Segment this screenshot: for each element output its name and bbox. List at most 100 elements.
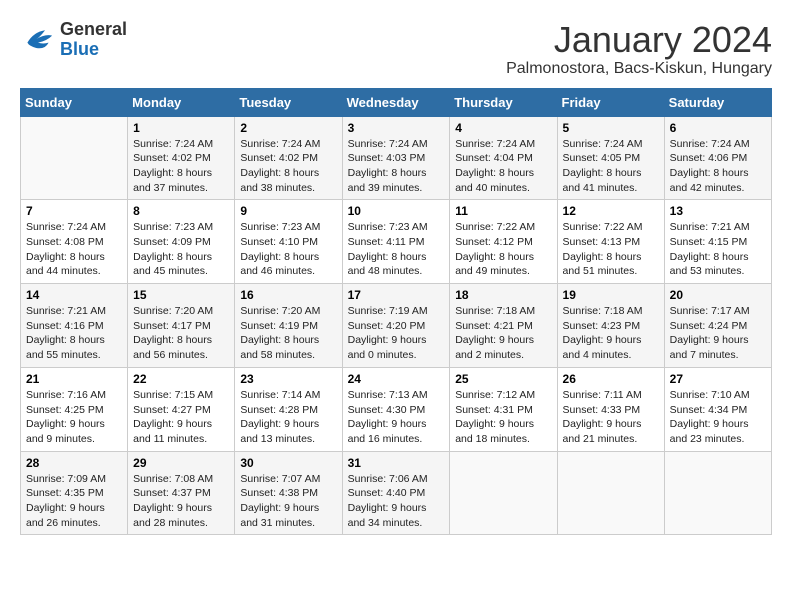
daylight-text: Daylight: 9 hours and 21 minutes. xyxy=(563,418,642,445)
daylight-text: Daylight: 8 hours and 40 minutes. xyxy=(455,167,534,194)
cell-content: Sunrise: 7:09 AM Sunset: 4:35 PM Dayligh… xyxy=(26,472,122,531)
sunrise-text: Sunrise: 7:22 AM xyxy=(455,221,535,233)
calendar-cell: 17 Sunrise: 7:19 AM Sunset: 4:20 PM Dayl… xyxy=(342,284,450,368)
cell-content: Sunrise: 7:18 AM Sunset: 4:21 PM Dayligh… xyxy=(455,304,551,363)
sunrise-text: Sunrise: 7:24 AM xyxy=(240,138,320,150)
daylight-text: Daylight: 8 hours and 39 minutes. xyxy=(348,167,427,194)
sunset-text: Sunset: 4:06 PM xyxy=(670,152,748,164)
daylight-text: Daylight: 8 hours and 49 minutes. xyxy=(455,251,534,278)
logo-line2: Blue xyxy=(60,40,127,60)
sunrise-text: Sunrise: 7:24 AM xyxy=(455,138,535,150)
page-header: General Blue January 2024 Palmonostora, … xyxy=(20,20,772,78)
daylight-text: Daylight: 9 hours and 9 minutes. xyxy=(26,418,105,445)
sunrise-text: Sunrise: 7:08 AM xyxy=(133,473,213,485)
day-number: 21 xyxy=(26,372,122,386)
calendar-cell: 19 Sunrise: 7:18 AM Sunset: 4:23 PM Dayl… xyxy=(557,284,664,368)
sunset-text: Sunset: 4:12 PM xyxy=(455,236,533,248)
daylight-text: Daylight: 9 hours and 7 minutes. xyxy=(670,334,749,361)
sunset-text: Sunset: 4:25 PM xyxy=(26,404,104,416)
day-number: 19 xyxy=(563,288,659,302)
sunset-text: Sunset: 4:30 PM xyxy=(348,404,426,416)
day-number: 8 xyxy=(133,204,229,218)
sunrise-text: Sunrise: 7:11 AM xyxy=(563,389,642,401)
cell-content: Sunrise: 7:07 AM Sunset: 4:38 PM Dayligh… xyxy=(240,472,336,531)
calendar-week-row: 14 Sunrise: 7:21 AM Sunset: 4:16 PM Dayl… xyxy=(21,284,772,368)
cell-content: Sunrise: 7:24 AM Sunset: 4:08 PM Dayligh… xyxy=(26,220,122,279)
cell-content: Sunrise: 7:21 AM Sunset: 4:15 PM Dayligh… xyxy=(670,220,766,279)
calendar-week-row: 1 Sunrise: 7:24 AM Sunset: 4:02 PM Dayli… xyxy=(21,116,772,200)
cell-content: Sunrise: 7:24 AM Sunset: 4:06 PM Dayligh… xyxy=(670,137,766,196)
sunrise-text: Sunrise: 7:24 AM xyxy=(563,138,643,150)
sunrise-text: Sunrise: 7:13 AM xyxy=(348,389,428,401)
day-number: 13 xyxy=(670,204,766,218)
daylight-text: Daylight: 9 hours and 28 minutes. xyxy=(133,502,212,529)
cell-content: Sunrise: 7:23 AM Sunset: 4:10 PM Dayligh… xyxy=(240,220,336,279)
day-number: 9 xyxy=(240,204,336,218)
calendar-cell: 31 Sunrise: 7:06 AM Sunset: 4:40 PM Dayl… xyxy=(342,451,450,535)
sunrise-text: Sunrise: 7:23 AM xyxy=(133,221,213,233)
cell-content: Sunrise: 7:22 AM Sunset: 4:12 PM Dayligh… xyxy=(455,220,551,279)
calendar-cell: 18 Sunrise: 7:18 AM Sunset: 4:21 PM Dayl… xyxy=(450,284,557,368)
day-number: 17 xyxy=(348,288,445,302)
logo: General Blue xyxy=(20,20,127,60)
day-number: 12 xyxy=(563,204,659,218)
cell-content: Sunrise: 7:24 AM Sunset: 4:05 PM Dayligh… xyxy=(563,137,659,196)
calendar-cell: 2 Sunrise: 7:24 AM Sunset: 4:02 PM Dayli… xyxy=(235,116,342,200)
day-number: 22 xyxy=(133,372,229,386)
sunset-text: Sunset: 4:19 PM xyxy=(240,320,318,332)
calendar-cell: 24 Sunrise: 7:13 AM Sunset: 4:30 PM Dayl… xyxy=(342,367,450,451)
cell-content: Sunrise: 7:14 AM Sunset: 4:28 PM Dayligh… xyxy=(240,388,336,447)
daylight-text: Daylight: 9 hours and 13 minutes. xyxy=(240,418,319,445)
calendar-cell: 15 Sunrise: 7:20 AM Sunset: 4:17 PM Dayl… xyxy=(128,284,235,368)
day-number: 23 xyxy=(240,372,336,386)
sunset-text: Sunset: 4:04 PM xyxy=(455,152,533,164)
sunset-text: Sunset: 4:17 PM xyxy=(133,320,211,332)
daylight-text: Daylight: 8 hours and 37 minutes. xyxy=(133,167,212,194)
calendar-header: SundayMondayTuesdayWednesdayThursdayFrid… xyxy=(21,88,772,116)
sunset-text: Sunset: 4:35 PM xyxy=(26,487,104,499)
calendar-cell: 16 Sunrise: 7:20 AM Sunset: 4:19 PM Dayl… xyxy=(235,284,342,368)
title-block: January 2024 Palmonostora, Bacs-Kiskun, … xyxy=(506,20,772,78)
sunrise-text: Sunrise: 7:06 AM xyxy=(348,473,428,485)
sunrise-text: Sunrise: 7:14 AM xyxy=(240,389,320,401)
cell-content: Sunrise: 7:24 AM Sunset: 4:02 PM Dayligh… xyxy=(240,137,336,196)
sunrise-text: Sunrise: 7:16 AM xyxy=(26,389,106,401)
sunset-text: Sunset: 4:02 PM xyxy=(133,152,211,164)
calendar-cell: 10 Sunrise: 7:23 AM Sunset: 4:11 PM Dayl… xyxy=(342,200,450,284)
sunset-text: Sunset: 4:38 PM xyxy=(240,487,318,499)
sunrise-text: Sunrise: 7:07 AM xyxy=(240,473,320,485)
sunrise-text: Sunrise: 7:19 AM xyxy=(348,305,428,317)
cell-content: Sunrise: 7:22 AM Sunset: 4:13 PM Dayligh… xyxy=(563,220,659,279)
cell-content: Sunrise: 7:20 AM Sunset: 4:17 PM Dayligh… xyxy=(133,304,229,363)
day-number: 3 xyxy=(348,121,445,135)
calendar-cell: 9 Sunrise: 7:23 AM Sunset: 4:10 PM Dayli… xyxy=(235,200,342,284)
sunset-text: Sunset: 4:33 PM xyxy=(563,404,641,416)
sunrise-text: Sunrise: 7:20 AM xyxy=(133,305,213,317)
daylight-text: Daylight: 9 hours and 2 minutes. xyxy=(455,334,534,361)
calendar-cell: 29 Sunrise: 7:08 AM Sunset: 4:37 PM Dayl… xyxy=(128,451,235,535)
sunset-text: Sunset: 4:31 PM xyxy=(455,404,533,416)
cell-content: Sunrise: 7:19 AM Sunset: 4:20 PM Dayligh… xyxy=(348,304,445,363)
daylight-text: Daylight: 9 hours and 31 minutes. xyxy=(240,502,319,529)
cell-content: Sunrise: 7:17 AM Sunset: 4:24 PM Dayligh… xyxy=(670,304,766,363)
sunset-text: Sunset: 4:21 PM xyxy=(455,320,533,332)
day-number: 20 xyxy=(670,288,766,302)
daylight-text: Daylight: 9 hours and 4 minutes. xyxy=(563,334,642,361)
day-number: 1 xyxy=(133,121,229,135)
day-number: 14 xyxy=(26,288,122,302)
day-number: 31 xyxy=(348,456,445,470)
cell-content: Sunrise: 7:16 AM Sunset: 4:25 PM Dayligh… xyxy=(26,388,122,447)
day-of-week-header: Sunday xyxy=(21,88,128,116)
calendar-cell xyxy=(21,116,128,200)
daylight-text: Daylight: 9 hours and 23 minutes. xyxy=(670,418,749,445)
sunrise-text: Sunrise: 7:17 AM xyxy=(670,305,750,317)
day-of-week-header: Saturday xyxy=(664,88,771,116)
sunset-text: Sunset: 4:09 PM xyxy=(133,236,211,248)
cell-content: Sunrise: 7:20 AM Sunset: 4:19 PM Dayligh… xyxy=(240,304,336,363)
sunset-text: Sunset: 4:28 PM xyxy=(240,404,318,416)
cell-content: Sunrise: 7:12 AM Sunset: 4:31 PM Dayligh… xyxy=(455,388,551,447)
calendar-cell: 7 Sunrise: 7:24 AM Sunset: 4:08 PM Dayli… xyxy=(21,200,128,284)
day-number: 24 xyxy=(348,372,445,386)
sunrise-text: Sunrise: 7:24 AM xyxy=(348,138,428,150)
day-of-week-header: Friday xyxy=(557,88,664,116)
